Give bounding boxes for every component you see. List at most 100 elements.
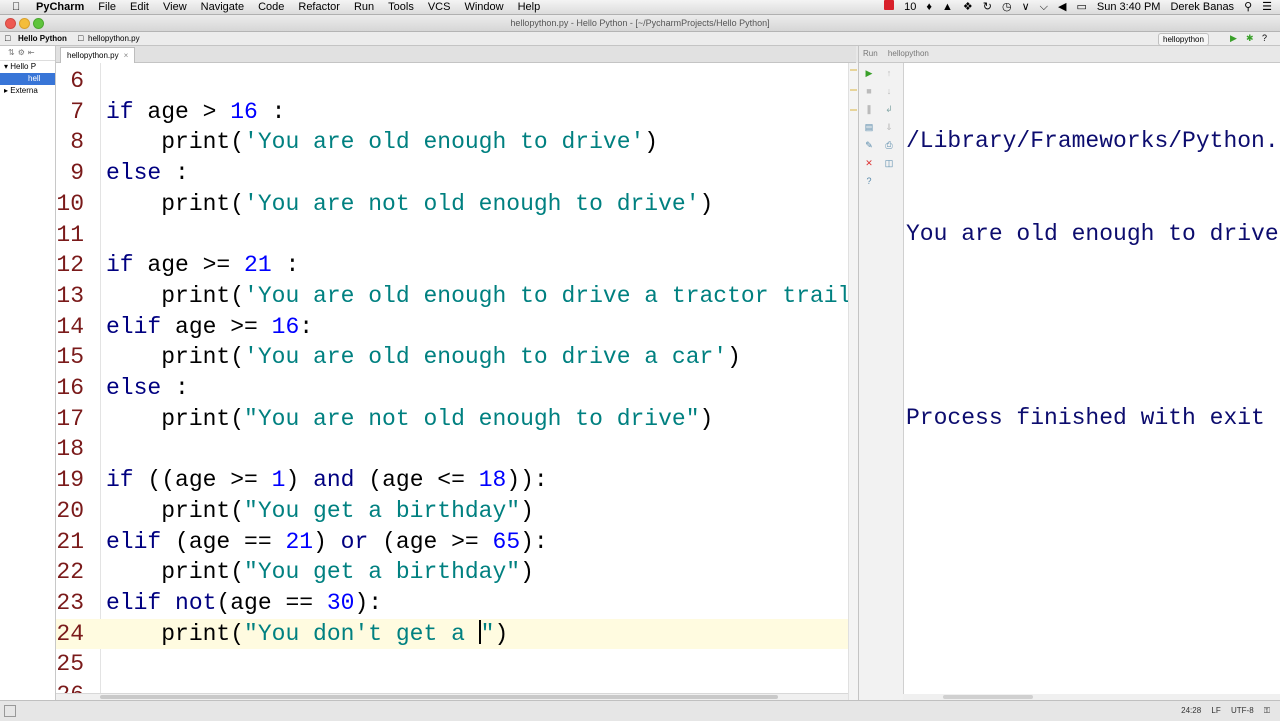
code-text[interactable]: if age >= 21 : bbox=[106, 250, 299, 281]
help-run-icon[interactable]: ? bbox=[863, 176, 875, 186]
status-count[interactable]: 10 bbox=[904, 0, 916, 14]
code-editor[interactable]: 6 7 if age > 16 :8 print('You are old enou… bbox=[56, 63, 848, 693]
menu-help[interactable]: Help bbox=[518, 0, 541, 14]
caret-position[interactable]: 24:28 bbox=[1181, 706, 1201, 715]
code-line[interactable]: 8 print('You are old enough to drive') bbox=[56, 127, 848, 158]
menu-code[interactable]: Code bbox=[258, 0, 284, 14]
code-text[interactable]: print('You are old enough to drive') bbox=[106, 127, 658, 158]
menu-refactor[interactable]: Refactor bbox=[298, 0, 340, 14]
down-arrow-icon[interactable]: ↓ bbox=[883, 86, 895, 96]
rerun-icon[interactable]: ▶ bbox=[863, 68, 875, 78]
code-text[interactable]: print('You are old enough to drive a car… bbox=[106, 342, 741, 373]
record-icon[interactable] bbox=[884, 0, 895, 14]
close-run-icon[interactable]: ✕ bbox=[863, 158, 875, 168]
code-text[interactable]: elif (age == 21) or (age >= 65): bbox=[106, 527, 548, 558]
tree-file-item[interactable]: hell bbox=[0, 73, 55, 85]
sync-tool-icon[interactable]: ⇅ bbox=[8, 48, 18, 57]
code-line[interactable]: 16 else : bbox=[56, 373, 848, 404]
battery-icon[interactable]: ▭ bbox=[1076, 0, 1086, 14]
clear-icon[interactable]: ◫ bbox=[883, 158, 895, 168]
file-encoding[interactable]: UTF-8 bbox=[1231, 706, 1254, 715]
code-line[interactable]: 19 if ((age >= 1) and (age <= 18)): bbox=[56, 465, 848, 496]
code-line[interactable]: 14 elif age >= 16: bbox=[56, 312, 848, 343]
code-line[interactable]: 22 print("You get a birthday") bbox=[56, 557, 848, 588]
list-icon[interactable]: ☰ bbox=[1262, 0, 1272, 14]
volume-icon[interactable]: ◀ bbox=[1058, 0, 1066, 14]
code-text[interactable]: print('You are old enough to drive a tra… bbox=[106, 281, 848, 312]
menu-vcs[interactable]: VCS bbox=[428, 0, 451, 14]
code-text[interactable]: print("You are not old enough to drive") bbox=[106, 404, 713, 435]
wifi-icon[interactable]: ⌵ bbox=[1040, 0, 1048, 14]
close-tab-icon[interactable]: × bbox=[124, 51, 129, 60]
code-line[interactable]: 24 print("You don't get a ") bbox=[56, 618, 848, 650]
toggle-tool-windows-icon[interactable] bbox=[4, 705, 16, 717]
code-text[interactable]: else : bbox=[106, 373, 189, 404]
up-arrow-icon[interactable]: ↑ bbox=[883, 68, 895, 78]
sync-icon[interactable]: ↻ bbox=[983, 0, 992, 14]
code-line[interactable]: 10 print('You are not old enough to driv… bbox=[56, 189, 848, 220]
print-icon[interactable]: ⎙ bbox=[883, 140, 895, 150]
stop-icon[interactable]: ■ bbox=[863, 86, 875, 96]
code-text[interactable]: elif age >= 16: bbox=[106, 312, 313, 343]
menu-view[interactable]: View bbox=[163, 0, 187, 14]
dropbox-icon[interactable]: ❖ bbox=[963, 0, 973, 14]
code-line[interactable]: 23 elif not(age == 30): bbox=[56, 588, 848, 619]
menu-app[interactable]: PyCharm bbox=[36, 0, 84, 14]
pin-icon[interactable]: ✎ bbox=[863, 140, 875, 150]
tab-hellopython[interactable]: hellopython.py × bbox=[60, 47, 136, 63]
tree-project-root[interactable]: ▾ Hello P bbox=[0, 61, 55, 73]
code-line[interactable]: 15 print('You are old enough to drive a … bbox=[56, 342, 848, 373]
code-line[interactable]: 25 bbox=[56, 649, 848, 680]
code-line[interactable]: 13 print('You are old enough to drive a … bbox=[56, 281, 848, 312]
user-name[interactable]: Derek Banas bbox=[1170, 0, 1234, 14]
code-line[interactable]: 20 print("You get a birthday") bbox=[56, 496, 848, 527]
menu-edit[interactable]: Edit bbox=[130, 0, 149, 14]
breadcrumb-project[interactable]: Hello Python bbox=[18, 32, 67, 45]
bluetooth-icon[interactable]: ∨ bbox=[1022, 0, 1030, 14]
code-text[interactable]: if age > 16 : bbox=[106, 97, 285, 128]
code-text[interactable]: if ((age >= 1) and (age <= 18)): bbox=[106, 465, 548, 496]
code-text[interactable]: else : bbox=[106, 158, 189, 189]
run-icon[interactable]: ▶ bbox=[1230, 32, 1237, 45]
console-output[interactable]: /Library/Frameworks/Python.f You are old… bbox=[906, 65, 1280, 685]
debug-icon[interactable]: ✱ bbox=[1246, 32, 1254, 45]
scroll-marker[interactable] bbox=[850, 69, 857, 71]
hscroll-thumb[interactable] bbox=[100, 695, 778, 699]
code-line[interactable]: 17 print("You are not old enough to driv… bbox=[56, 404, 848, 435]
menu-navigate[interactable]: Navigate bbox=[201, 0, 244, 14]
alert-icon[interactable]: ▲ bbox=[942, 0, 953, 14]
search-icon[interactable]: ⚲ bbox=[1244, 0, 1252, 14]
menu-tools[interactable]: Tools bbox=[388, 0, 414, 14]
menu-file[interactable]: File bbox=[98, 0, 116, 14]
clock[interactable]: Sun 3:40 PM bbox=[1097, 0, 1161, 14]
code-line[interactable]: 9 else : bbox=[56, 158, 848, 189]
code-text[interactable]: elif not(age == 30): bbox=[106, 588, 382, 619]
restore-layout-icon[interactable]: ▤ bbox=[863, 122, 875, 132]
code-text[interactable]: print("You don't get a ") bbox=[106, 619, 508, 650]
scroll-marker[interactable] bbox=[850, 109, 857, 111]
code-line[interactable]: 18 bbox=[56, 434, 848, 465]
editor-vertical-scrollbar[interactable] bbox=[848, 63, 858, 700]
code-line[interactable]: 7 if age > 16 : bbox=[56, 97, 848, 128]
lock-icon[interactable]: ⚿ bbox=[1264, 706, 1270, 715]
tree-external-libs[interactable]: ▸ Externa bbox=[0, 85, 55, 97]
softwrap-icon[interactable]: ↲ bbox=[883, 104, 895, 114]
breadcrumb-file[interactable]: hellopython.py bbox=[88, 32, 140, 45]
code-line[interactable]: 12 if age >= 21 : bbox=[56, 250, 848, 281]
bell-icon[interactable]: ♦ bbox=[926, 0, 932, 14]
code-text[interactable]: print("You get a birthday") bbox=[106, 496, 534, 527]
code-line[interactable]: 6 bbox=[56, 66, 848, 97]
console-scroll-thumb[interactable] bbox=[943, 695, 1033, 699]
code-line[interactable]: 21 elif (age == 21) or (age >= 65): bbox=[56, 527, 848, 558]
scroll-marker[interactable] bbox=[850, 89, 857, 91]
code-line[interactable]: 11 bbox=[56, 220, 848, 251]
scroll-end-icon[interactable]: ⇓ bbox=[883, 122, 895, 132]
line-separator[interactable]: LF bbox=[1211, 706, 1220, 715]
settings-tool-icon[interactable]: ⚙ bbox=[18, 48, 28, 57]
code-text[interactable]: print('You are not old enough to drive') bbox=[106, 189, 713, 220]
help-icon[interactable]: ? bbox=[1262, 32, 1267, 45]
code-text[interactable]: print("You get a birthday") bbox=[106, 557, 534, 588]
hide-tool-icon[interactable]: ⇤ bbox=[28, 48, 38, 57]
apple-menu-icon[interactable]:  bbox=[12, 0, 20, 14]
menu-window[interactable]: Window bbox=[464, 0, 503, 14]
